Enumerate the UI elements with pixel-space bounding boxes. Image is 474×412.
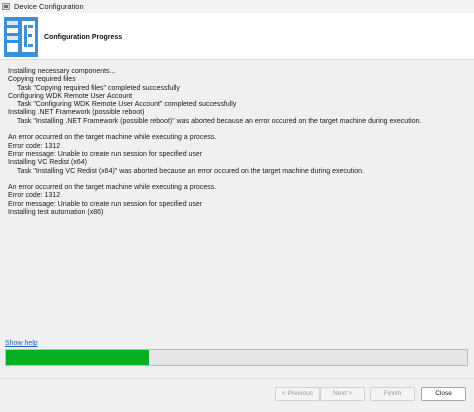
log-line: Installing .NET Framework (possible rebo…	[8, 109, 145, 117]
next-button[interactable]: Next >	[320, 387, 365, 401]
configuration-logo-icon	[4, 17, 38, 57]
log-line: Configuring WDK Remote User Account	[8, 92, 133, 100]
finish-button[interactable]: Finish	[370, 387, 415, 401]
wizard-footer: < Previous Next > Finish Close	[0, 378, 474, 412]
log-line: Task "Installing .NET Framework (possibl…	[17, 117, 422, 125]
log-line: An error occurred on the target machine …	[8, 184, 217, 192]
show-help-link[interactable]: Show help	[5, 340, 38, 347]
log-line: Copying required files	[8, 76, 76, 84]
progress-bar-fill	[6, 350, 149, 365]
log-line: Installing test automation (x86)	[8, 209, 104, 217]
page-title: Configuration Progress	[44, 34, 123, 41]
log-line: Error message: Unable to create run sess…	[8, 150, 203, 158]
log-line: Task "Copying required files" completed …	[17, 84, 180, 92]
previous-button[interactable]: < Previous	[275, 387, 320, 401]
log-line: Error code: 1312	[8, 142, 61, 150]
window-title: Device Configuration	[14, 2, 84, 11]
log-line: Installing necessary components...	[8, 68, 116, 75]
title-bar: Device Configuration	[0, 0, 474, 13]
log-line: Task "Configuring WDK Remote User Accoun…	[17, 101, 237, 109]
app-icon	[2, 3, 10, 10]
log-line: Error message: Unable to create run sess…	[8, 200, 203, 208]
log-line: Installing VC Redist (x64)	[8, 159, 87, 167]
log-line: Error code: 1312	[8, 192, 61, 200]
progress-log: Installing necessary components... Copyin…	[8, 68, 468, 217]
progress-bar	[5, 349, 468, 366]
log-line: An error occurred on the target machine …	[8, 134, 217, 142]
wizard-header: Configuration Progress	[0, 13, 474, 60]
close-button[interactable]: Close	[421, 387, 466, 401]
log-line: Task "Installing VC Redist (x64)" was ab…	[17, 167, 364, 175]
